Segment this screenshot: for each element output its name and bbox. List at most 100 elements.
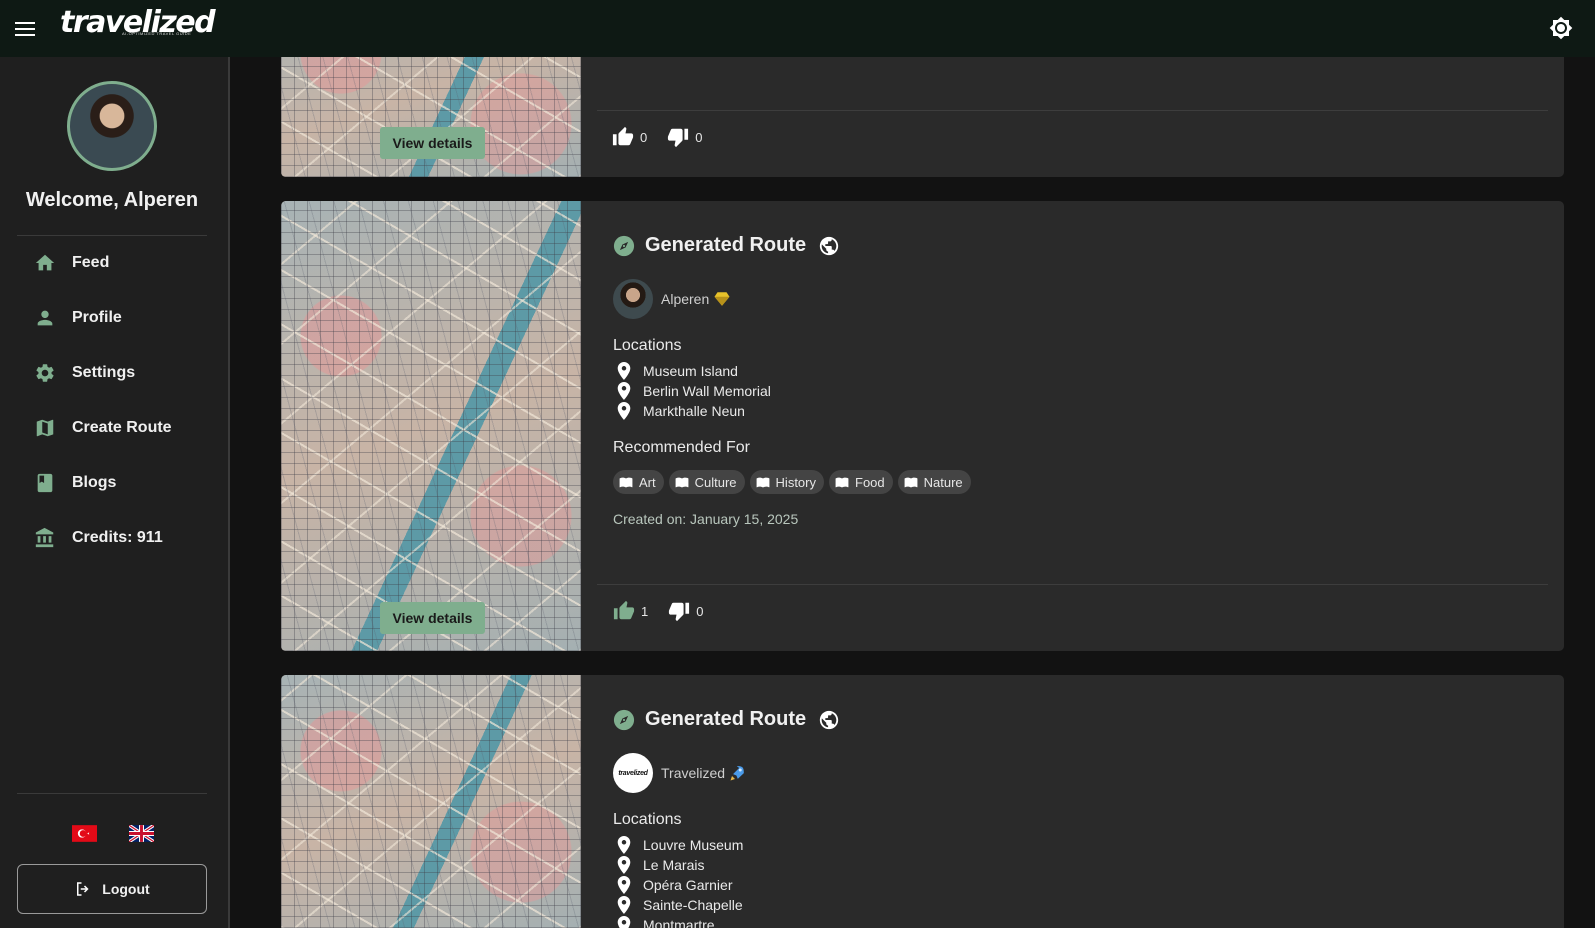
view-details-button[interactable]: View details xyxy=(380,602,485,634)
location-name: Opéra Garnier xyxy=(643,877,733,893)
public-globe-icon xyxy=(819,236,839,255)
menu-button[interactable] xyxy=(0,4,50,54)
author-logo-text: travelized xyxy=(618,769,648,777)
list-item[interactable]: Berlin Wall Memorial xyxy=(617,381,771,401)
diamond-badge-icon xyxy=(714,292,730,306)
logout-button[interactable]: Logout xyxy=(17,864,207,914)
brightness-icon xyxy=(1549,16,1573,40)
route-map-image[interactable] xyxy=(281,201,581,651)
book-icon xyxy=(37,473,53,492)
location-list: Louvre Museum Le Marais Opéra Garnier Sa… xyxy=(617,835,743,928)
like-count: 0 xyxy=(640,129,648,145)
list-item[interactable]: Louvre Museum xyxy=(617,835,743,855)
sidebar-item-blogs[interactable]: Blogs xyxy=(17,455,207,510)
location-pin-icon xyxy=(617,382,631,400)
sidebar-nav: Feed Profile Settings Create Route Blogs… xyxy=(17,235,207,565)
location-name: Markthalle Neun xyxy=(643,403,745,419)
compass-icon xyxy=(613,235,635,256)
home-icon xyxy=(35,254,55,270)
list-item[interactable]: Markthalle Neun xyxy=(617,401,771,421)
theme-toggle-button[interactable] xyxy=(1545,12,1577,44)
list-item[interactable]: Museum Island xyxy=(617,361,771,381)
created-date: Created on: January 15, 2025 xyxy=(613,511,799,527)
location-name: Louvre Museum xyxy=(643,837,744,853)
location-pin-icon xyxy=(617,402,631,420)
tag-chip[interactable]: History xyxy=(749,470,824,494)
tag-chip[interactable]: Nature xyxy=(897,470,971,494)
vote-bar: 0 0 xyxy=(612,126,702,148)
route-title: Generated Route xyxy=(645,708,807,730)
bank-icon xyxy=(35,527,54,547)
thumb-up-icon xyxy=(613,600,635,620)
tag-icon xyxy=(756,477,769,488)
tag-icon xyxy=(619,477,633,488)
gear-icon xyxy=(36,363,54,382)
location-name: Berlin Wall Memorial xyxy=(643,383,771,399)
vote-bar: 1 0 xyxy=(613,600,703,622)
sidebar-item-create-route[interactable]: Create Route xyxy=(17,400,207,455)
sidebar-item-settings[interactable]: Settings xyxy=(17,345,207,400)
turkish-flag-icon[interactable] xyxy=(72,825,97,842)
location-name: Museum Island xyxy=(643,363,738,379)
sidebar-item-credits[interactable]: Credits: 911 xyxy=(17,510,207,565)
tag-chip[interactable]: Food xyxy=(829,470,893,494)
tag-chip[interactable]: Culture xyxy=(668,470,745,494)
route-title: Generated Route xyxy=(645,234,807,256)
dislike-button[interactable]: 0 xyxy=(668,600,703,622)
list-item[interactable]: Montmartre xyxy=(617,915,743,928)
tag-label: Culture xyxy=(694,474,737,490)
card-divider xyxy=(597,584,1548,585)
author-name[interactable]: Travelized xyxy=(661,765,725,781)
tag-icon xyxy=(835,477,849,488)
like-button[interactable]: 0 xyxy=(612,126,647,148)
author-row[interactable]: Alperen xyxy=(613,279,731,319)
logo-tagline: AI-OPTIMIZED TRAVEL GUIDE xyxy=(122,31,192,36)
thumb-down-icon xyxy=(669,602,690,622)
logout-label: Logout xyxy=(102,881,150,897)
thumb-up-icon xyxy=(612,126,634,146)
sidebar-item-profile[interactable]: Profile xyxy=(17,290,207,345)
sidebar-divider xyxy=(17,793,207,794)
tag-label: Food xyxy=(855,474,885,490)
tag-icon xyxy=(675,477,689,488)
location-pin-icon xyxy=(617,916,631,928)
location-list: Museum Island Berlin Wall Memorial Markt… xyxy=(617,361,771,421)
location-pin-icon xyxy=(617,362,631,380)
card-title-row: Generated Route xyxy=(613,708,840,731)
sidebar-item-label: Settings xyxy=(72,363,136,381)
sidebar-item-label: Profile xyxy=(72,308,122,326)
list-item[interactable]: Opéra Garnier xyxy=(617,875,743,895)
view-details-button[interactable]: View details xyxy=(380,127,485,159)
sidebar-item-label: Credits: 911 xyxy=(72,528,163,546)
location-name: Montmartre xyxy=(643,917,715,928)
locations-heading: Locations xyxy=(613,811,682,828)
route-card: Generated Route travelized Travelized Lo… xyxy=(281,675,1564,928)
route-map-image[interactable] xyxy=(281,675,581,928)
list-item[interactable]: Sainte-Chapelle xyxy=(617,895,743,915)
user-avatar[interactable] xyxy=(67,81,157,171)
author-row[interactable]: travelized Travelized xyxy=(613,753,747,793)
location-name: Le Marais xyxy=(643,857,705,873)
tag-label: History xyxy=(775,474,816,490)
author-avatar[interactable]: travelized xyxy=(613,753,653,793)
tag-label: Art xyxy=(639,474,656,490)
author-name[interactable]: Alperen xyxy=(661,291,709,307)
logout-icon xyxy=(77,882,89,896)
sidebar: Welcome, Alperen Feed Profile Settings C… xyxy=(0,57,230,928)
welcome-text: Welcome, Alperen xyxy=(25,189,199,211)
location-pin-icon xyxy=(617,876,631,894)
tag-chip[interactable]: Art xyxy=(613,470,664,494)
thumb-down-icon xyxy=(668,128,689,148)
dislike-count: 0 xyxy=(695,129,703,145)
dislike-button[interactable]: 0 xyxy=(667,126,702,148)
sidebar-item-label: Feed xyxy=(72,253,110,271)
author-avatar[interactable] xyxy=(613,279,653,319)
person-icon xyxy=(37,310,53,325)
sidebar-item-feed[interactable]: Feed xyxy=(17,235,207,290)
sidebar-item-label: Create Route xyxy=(72,418,172,436)
like-button[interactable]: 1 xyxy=(613,600,648,622)
uk-flag-icon[interactable] xyxy=(129,825,154,842)
map-icon xyxy=(36,419,54,436)
locations-heading: Locations xyxy=(613,337,682,354)
list-item[interactable]: Le Marais xyxy=(617,855,743,875)
